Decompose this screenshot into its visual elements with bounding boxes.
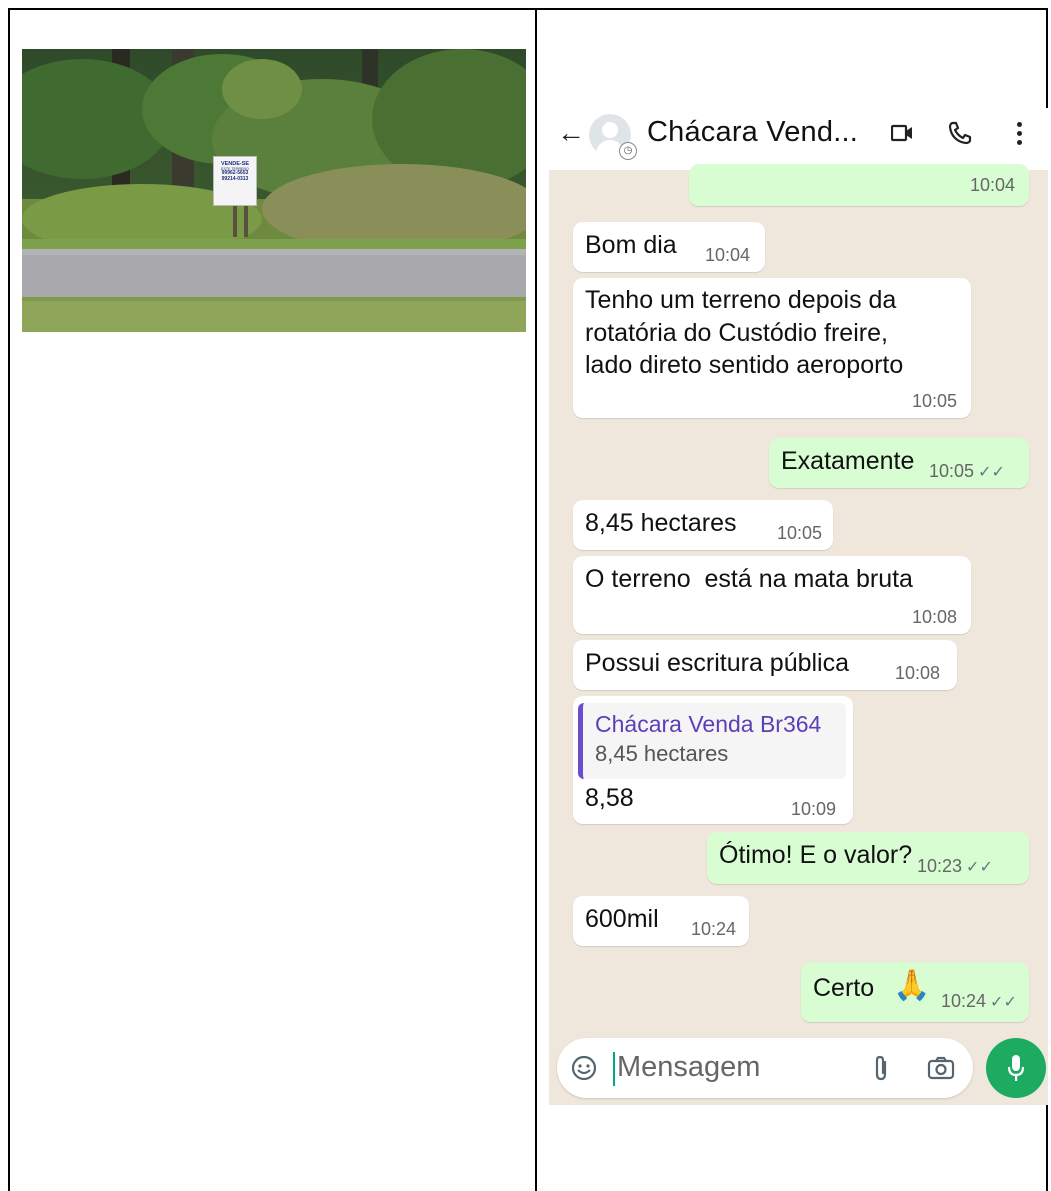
table-column-divider (535, 8, 537, 1191)
message-time: 10:05 (911, 391, 957, 411)
message-text: Certo (813, 974, 875, 1002)
message-text: Ótimo! E o valor? (719, 841, 913, 869)
message-text: Exatamente (781, 447, 915, 475)
message-text: Bom dia (585, 231, 677, 259)
quoted-sender: Chácara Venda Br364 (595, 711, 822, 737)
message-time: 10:08 (911, 607, 957, 627)
message-time: 10:04 (969, 175, 1015, 195)
for-sale-sign: VENDE-SE ESTE TERRENO 99962-5653 99214-0… (213, 156, 257, 206)
sticker-icon[interactable] (571, 1055, 597, 1081)
message-text: Possui escritura pública (585, 649, 850, 677)
message-bubble[interactable]: Chácara Venda Br364 8,45 hectares 8,58 1… (573, 696, 853, 824)
video-call-icon[interactable] (891, 124, 913, 142)
message-bubble[interactable]: Tenho um terreno depois da rotatória do … (573, 278, 971, 418)
microphone-icon (1007, 1055, 1025, 1081)
message-time: 10:09 (791, 799, 837, 819)
message-bubble[interactable]: 600mil 10:24 (573, 896, 749, 946)
read-receipt-icon: ✓✓ (966, 859, 993, 876)
text-cursor (613, 1052, 615, 1086)
message-text: Tenho um terreno depois da rotatória do … (585, 286, 904, 379)
folded-hands-emoji: 🙏 (893, 969, 931, 1002)
voice-message-button[interactable] (986, 1038, 1046, 1098)
message-bubble[interactable]: O terreno está na mata bruta 10:08 (573, 556, 971, 634)
quoted-text: 8,45 hectares (595, 741, 729, 767)
message-text: 600mil (585, 905, 659, 933)
message-time: 10:04 (705, 245, 751, 265)
message-input-bar[interactable]: Mensagem (557, 1038, 973, 1098)
message-list: 10:04 Bom dia 10:04 Tenho um terreno dep… (549, 164, 1048, 1105)
message-time: 10:24 ✓✓ (941, 991, 1017, 1011)
message-bubble[interactable]: Bom dia 10:04 (573, 222, 765, 272)
message-bubble[interactable]: 8,45 hectares 10:05 (573, 500, 833, 550)
message-time: 10:24 (691, 919, 737, 939)
message-time: 10:08 (895, 663, 941, 683)
arrow-left-icon[interactable]: ← (557, 119, 585, 147)
message-text: 8,45 hectares (585, 509, 737, 537)
paperclip-icon[interactable] (873, 1054, 889, 1082)
land-photo-scene (22, 49, 526, 332)
message-input[interactable]: Mensagem (617, 1051, 760, 1084)
camera-icon[interactable] (927, 1056, 955, 1080)
read-receipt-icon: ✓✓ (990, 994, 1017, 1011)
quoted-message[interactable]: Chácara Venda Br364 8,45 hectares (578, 703, 846, 779)
message-bubble[interactable]: 10:04 (689, 164, 1029, 206)
message-time: 10:23 ✓✓ (917, 856, 993, 876)
sign-phone-2: 99214-0313 (221, 176, 249, 183)
land-photo: VENDE-SE ESTE TERRENO 99962-5653 99214-0… (22, 49, 526, 332)
read-receipt-icon: ✓✓ (978, 464, 1005, 481)
chat-screenshot: ← ◷ Chácara Vend... 10:04 Bom dia 10:04 … (549, 108, 1048, 1105)
message-text: O terreno está na mata bruta (585, 565, 913, 593)
more-vertical-icon[interactable] (1017, 122, 1023, 148)
message-bubble[interactable]: Possui escritura pública 10:08 (573, 640, 957, 690)
message-bubble[interactable]: Ótimo! E o valor? 10:23 ✓✓ (707, 832, 1029, 884)
message-bubble[interactable]: Certo 🙏 10:24 ✓✓ (801, 962, 1029, 1022)
message-time: 10:05 (777, 523, 823, 543)
message-bubble[interactable]: Exatamente 10:05 ✓✓ (769, 438, 1029, 488)
disappearing-timer-icon: ◷ (619, 142, 637, 160)
phone-call-icon[interactable] (947, 120, 973, 146)
chat-title[interactable]: Chácara Vend... (647, 116, 858, 149)
message-text: 8,58 (585, 784, 634, 812)
chat-header: ← ◷ Chácara Vend... (549, 108, 1048, 170)
message-time: 10:05 ✓✓ (929, 461, 1005, 481)
